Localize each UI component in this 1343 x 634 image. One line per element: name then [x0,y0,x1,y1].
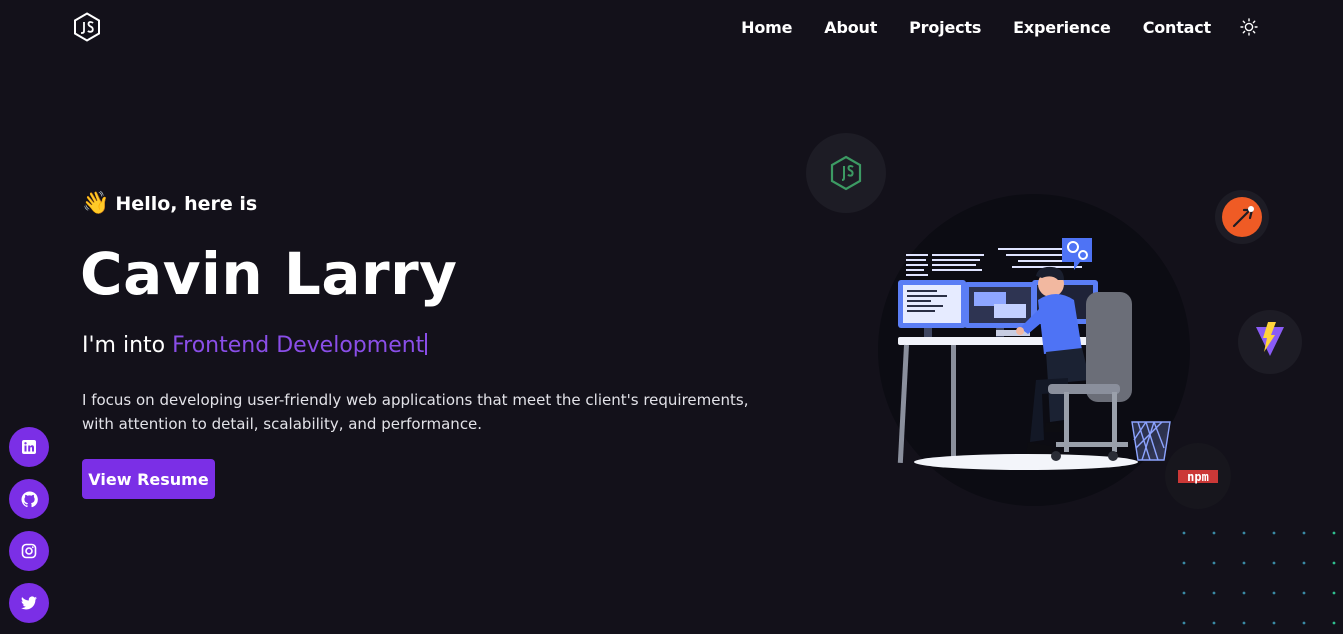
npm-icon: npm [1165,443,1231,509]
view-resume-button[interactable]: View Resume [82,459,215,499]
nav-about-link[interactable]: About [824,18,877,37]
developer-illustration: npm [806,133,1302,509]
decorative-dot-grid [1182,531,1336,625]
twitter-icon [21,596,37,610]
nav-contact-link[interactable]: Contact [1143,18,1212,37]
npm-label: npm [1187,470,1209,484]
theme-toggle-button[interactable] [1239,17,1259,37]
js-logo-icon[interactable] [73,12,101,42]
wave-emoji-icon: 👋 [82,191,110,216]
nodejs-icon [806,133,886,213]
instagram-icon [21,543,37,559]
role-highlight: Frontend Development [172,333,425,358]
greeting-text: Hello, here is [115,193,258,215]
page: Home About Projects Experience Contact 👋… [0,0,1343,634]
vite-icon [1238,310,1302,374]
typing-cursor [425,333,428,355]
instagram-link[interactable] [9,531,49,571]
github-icon [21,491,38,507]
role-line: I'm into Frontend Development [82,333,428,358]
nav-home-link[interactable]: Home [741,18,792,37]
nav-projects-link[interactable]: Projects [909,18,981,37]
nav-experience-link[interactable]: Experience [1013,18,1111,37]
linkedin-icon [22,440,36,454]
hero-name: Cavin Larry [80,240,458,308]
greeting: 👋 Hello, here is [82,191,258,216]
role-prefix: I'm into [82,333,173,358]
postman-icon [1215,190,1269,244]
trash-basket-icon [1131,421,1171,461]
hero-description: I focus on developing user-friendly web … [82,391,749,433]
sun-icon [1240,18,1258,36]
linkedin-link[interactable] [9,427,49,467]
main-nav: Home About Projects Experience Contact [741,17,1259,37]
github-link[interactable] [9,479,49,519]
social-links [9,427,49,623]
twitter-link[interactable] [9,583,49,623]
